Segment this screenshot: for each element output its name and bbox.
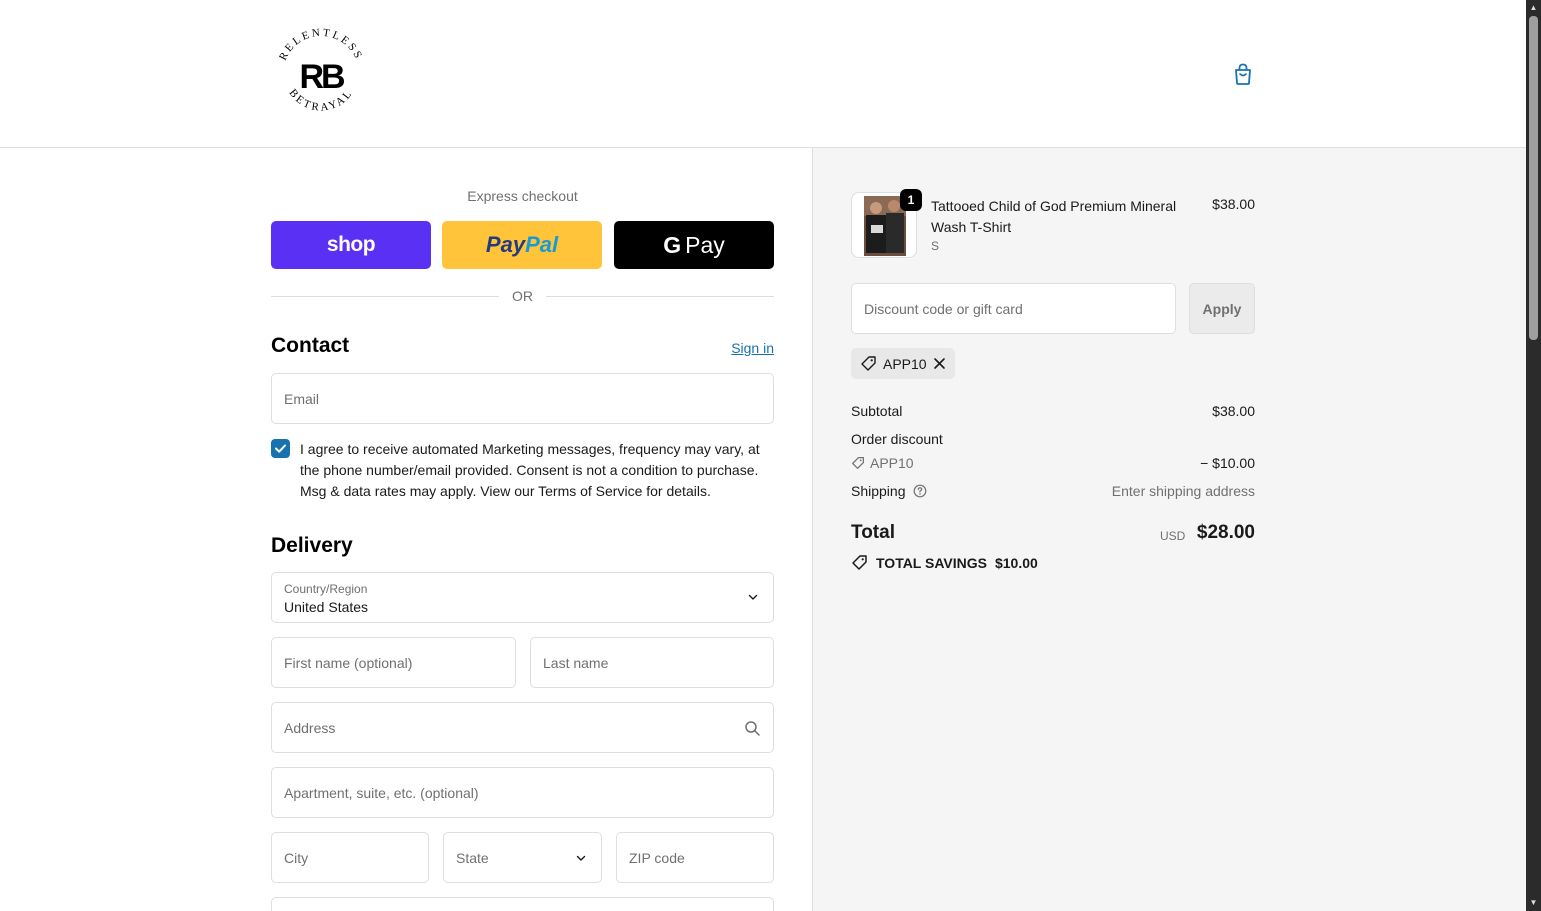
apartment-field[interactable]: Apartment, suite, etc. (optional)	[271, 767, 774, 818]
discount-code-row: APP10	[851, 455, 914, 471]
shop-pay-label: shop	[326, 233, 376, 256]
paypal-button[interactable]: Pay Pal	[442, 221, 602, 269]
or-divider: OR	[271, 288, 774, 306]
discount-placeholder: Discount code or gift card	[864, 300, 1023, 317]
city-field[interactable]: City	[271, 832, 429, 883]
country-value: United States	[284, 599, 369, 615]
paypal-label-part1: Pay	[485, 232, 526, 257]
shop-pay-button[interactable]: shop	[271, 221, 431, 269]
remove-discount-icon[interactable]	[933, 357, 946, 370]
savings-value: $10.00	[994, 554, 1038, 571]
google-pay-button[interactable]: G Pay	[614, 221, 774, 269]
subtotal-label: Subtotal	[851, 403, 903, 419]
shipping-value: Enter shipping address	[1111, 483, 1255, 499]
contact-title: Contact	[271, 334, 350, 357]
brand-logo[interactable]: RELENTLESS BETRAYAL RB	[274, 26, 368, 122]
svg-text:RB: RB	[299, 58, 345, 96]
total-value: $28.00	[1196, 522, 1255, 543]
first-name-field[interactable]: First name (optional)	[271, 637, 516, 688]
chevron-down-icon	[748, 594, 758, 600]
state-placeholder: State	[456, 849, 489, 866]
express-checkout-title: Express checkout	[467, 188, 578, 204]
sign-in-link[interactable]: Sign in	[700, 340, 774, 356]
header: RELENTLESS BETRAYAL RB	[0, 0, 1526, 148]
help-icon[interactable]	[913, 484, 927, 498]
paypal-label-part2: Pal	[525, 232, 559, 257]
shipping-label: Shipping	[851, 483, 906, 499]
total-savings: TOTAL SAVINGS $10.00	[851, 554, 1038, 571]
page-scrollbar[interactable]: ▲ ▼	[1526, 0, 1541, 911]
scrollbar-thumb[interactable]	[1529, 16, 1538, 340]
savings-label: TOTAL SAVINGS	[876, 554, 987, 571]
scroll-up-icon[interactable]: ▲	[1526, 1, 1541, 15]
address-placeholder: Address	[284, 719, 336, 736]
delivery-title: Delivery	[271, 534, 353, 557]
shipping-row: Shipping	[851, 483, 927, 499]
email-field[interactable]: Email	[271, 373, 774, 424]
last-name-field[interactable]: Last name	[530, 637, 774, 688]
product-name: Tattooed Child of God Premium Mineral Wa…	[931, 198, 1177, 235]
product-price: $38.00	[1212, 196, 1255, 212]
checkmark-icon	[275, 444, 286, 453]
discount-code-label: APP10	[870, 455, 914, 471]
address-field[interactable]: Address	[271, 702, 774, 753]
google-pay-label: Pay	[685, 231, 725, 258]
scroll-down-icon[interactable]: ▼	[1526, 896, 1541, 910]
tag-icon	[852, 457, 864, 469]
applied-code-label: APP10	[883, 355, 927, 372]
marketing-consent-checkbox[interactable]	[271, 439, 290, 458]
zip-placeholder: ZIP code	[629, 849, 685, 866]
google-g-icon: G	[663, 231, 682, 258]
country-label: Country/Region	[284, 582, 368, 596]
applied-discount-chip: APP10	[851, 348, 955, 379]
country-select[interactable]: Country/Region United States	[271, 572, 774, 623]
apply-discount-button[interactable]: Apply	[1189, 283, 1255, 334]
zip-field[interactable]: ZIP code	[616, 832, 774, 883]
chevron-down-icon	[576, 855, 586, 861]
email-placeholder: Email	[284, 390, 320, 407]
city-placeholder: City	[284, 849, 309, 866]
savings-tag-icon	[852, 555, 867, 570]
search-icon[interactable]	[744, 720, 761, 737]
last-name-placeholder: Last name	[543, 654, 609, 671]
marketing-consent-text: I agree to receive automated Marketing m…	[300, 441, 760, 499]
state-select[interactable]: State	[443, 832, 602, 883]
product-variant: S	[931, 239, 940, 253]
total-currency: USD	[1160, 529, 1186, 543]
shopping-bag-icon[interactable]	[1230, 61, 1256, 87]
discount-code-input[interactable]: Discount code or gift card	[851, 283, 1176, 334]
discount-value: − $10.00	[1200, 455, 1255, 471]
tag-icon	[861, 356, 876, 371]
or-label: OR	[512, 288, 533, 304]
subtotal-value: $38.00	[1212, 403, 1255, 419]
quantity-badge: 1	[900, 189, 922, 211]
first-name-placeholder: First name (optional)	[284, 654, 413, 671]
apartment-placeholder: Apartment, suite, etc. (optional)	[284, 784, 479, 801]
order-discount-label: Order discount	[851, 431, 943, 447]
total-label: Total	[851, 522, 895, 543]
phone-field[interactable]	[271, 897, 774, 911]
